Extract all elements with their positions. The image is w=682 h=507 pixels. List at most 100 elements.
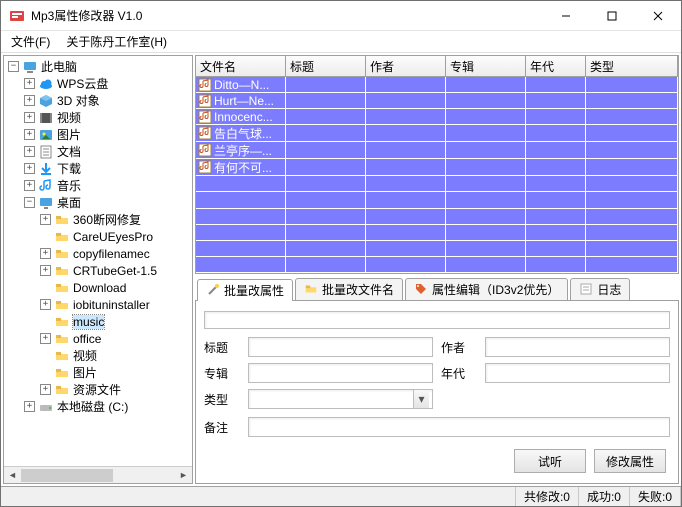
combo-type[interactable]: ▾ [248,389,433,409]
grid-header-cell[interactable]: 标题 [286,56,366,76]
mp3-file-icon [198,160,212,174]
grid-filename: 告白气球... [214,125,272,141]
grid-cell [286,77,366,92]
grid-row-empty [196,209,678,225]
treeview[interactable]: −此电脑+WPS云盘+3D 对象+视频+图片+文档+下载+音乐−桌面+360断网… [4,56,192,466]
chevron-down-icon[interactable]: ▾ [413,390,429,408]
tree-scrollbar[interactable]: ◄ ► [4,466,192,483]
expand-icon[interactable]: + [24,163,35,174]
input-album[interactable] [248,363,433,383]
folder-icon [54,263,70,279]
grid-header-cell[interactable]: 作者 [366,56,446,76]
grid-row[interactable]: 兰亭序—... [196,142,678,159]
grid-row[interactable]: Hurt—Ne... [196,93,678,109]
scroll-thumb[interactable] [21,469,113,482]
tree-item[interactable]: +360断网修复 [4,211,192,228]
expand-icon[interactable]: + [40,214,51,225]
expand-icon[interactable]: + [40,299,51,310]
maximize-button[interactable] [589,1,635,30]
scroll-right-icon[interactable]: ► [175,467,192,483]
tree-item[interactable]: +iobituninstaller [4,296,192,313]
tree-item-label: 音乐 [57,177,81,194]
grid-cell [366,109,446,124]
expand-icon[interactable]: + [40,248,51,259]
grid-row[interactable]: 告白气球... [196,125,678,142]
tree-item[interactable]: +资源文件 [4,381,192,398]
grid-body[interactable]: Ditto—N...Hurt—Ne...Innocenc...告白气球...兰亭… [196,77,678,273]
tab-0[interactable]: 批量改属性 [197,279,293,301]
grid-row-empty [196,192,678,208]
tree-item[interactable]: −此电脑 [4,58,192,75]
expand-icon[interactable]: + [40,265,51,276]
tree-item[interactable]: +WPS云盘 [4,75,192,92]
tree-item[interactable]: +3D 对象 [4,92,192,109]
tree-item-label: 下载 [57,160,81,177]
tree-item[interactable]: Download [4,279,192,296]
tree-item[interactable]: +本地磁盘 (C:) [4,398,192,415]
expand-icon[interactable]: + [24,146,35,157]
tree-item[interactable]: 图片 [4,364,192,381]
tab-label: 属性编辑（ID3v2优先） [432,281,559,298]
grid-cell [286,93,366,108]
grid-header-cell[interactable]: 类型 [586,56,678,76]
tree-item[interactable]: CareUEyesPro [4,228,192,245]
expand-icon[interactable]: + [40,384,51,395]
minimize-button[interactable] [543,1,589,30]
tree-item-label: CareUEyesPro [73,230,153,244]
label-type: 类型 [204,391,240,408]
path-field[interactable] [204,311,670,329]
expand-icon[interactable]: + [40,333,51,344]
tree-item[interactable]: +视频 [4,109,192,126]
tree-item[interactable]: +CRTubeGet-1.5 [4,262,192,279]
tree-item[interactable]: +copyfilenamec [4,245,192,262]
apply-button[interactable]: 修改属性 [594,449,666,473]
grid-header-cell[interactable]: 文件名 [196,56,286,76]
tree-item[interactable]: 视频 [4,347,192,364]
expand-icon[interactable]: + [24,180,35,191]
titlebar: Mp3属性修改器 V1.0 [1,1,681,31]
grid-row[interactable]: Innocenc... [196,109,678,125]
tree-panel: −此电脑+WPS云盘+3D 对象+视频+图片+文档+下载+音乐−桌面+360断网… [3,55,193,484]
tab-1[interactable]: 批量改文件名 [295,278,403,300]
tree-item[interactable]: music [4,313,192,330]
tree-item[interactable]: + 音乐 [4,177,192,194]
folder-icon [54,246,70,262]
grid-header-cell[interactable]: 年代 [526,56,586,76]
grid-header-cell[interactable]: 专辑 [446,56,526,76]
menu-file[interactable]: 文件(F) [7,31,54,52]
grid-cell [446,77,526,92]
scroll-track[interactable] [21,467,175,483]
tree-item[interactable]: +文档 [4,143,192,160]
expand-icon[interactable]: + [24,112,35,123]
tree-item[interactable]: +图片 [4,126,192,143]
preview-button[interactable]: 试听 [514,449,586,473]
input-remark[interactable] [248,417,670,437]
close-button[interactable] [635,1,681,30]
input-title[interactable] [248,337,433,357]
tab-3[interactable]: 日志 [570,278,630,300]
label-year: 年代 [441,365,477,382]
scroll-left-icon[interactable]: ◄ [4,467,21,483]
tab-2[interactable]: 属性编辑（ID3v2优先） [405,278,568,300]
grid-cell [446,142,526,158]
grid-row[interactable]: 有何不可... [196,159,678,176]
tree-item[interactable]: + 下载 [4,160,192,177]
collapse-icon[interactable]: − [24,197,35,208]
grid-row[interactable]: Ditto—N... [196,77,678,93]
expand-icon[interactable]: + [24,129,35,140]
tree-item[interactable]: −桌面 [4,194,192,211]
expander-spacer [40,350,51,361]
folder-icon [54,229,70,245]
collapse-icon[interactable]: − [8,61,19,72]
tabbar: 批量改属性批量改文件名 属性编辑（ID3v2优先） 日志 [195,278,679,301]
grid-row-empty [196,225,678,241]
expand-icon[interactable]: + [24,401,35,412]
expand-icon[interactable]: + [24,95,35,106]
tree-item[interactable]: +office [4,330,192,347]
menu-about[interactable]: 关于陈丹工作室(H) [62,31,171,52]
tree-item-label: 图片 [73,364,97,381]
expand-icon[interactable]: + [24,78,35,89]
input-author[interactable] [485,337,670,357]
input-year[interactable] [485,363,670,383]
grid-cell: 兰亭序—... [196,142,286,158]
